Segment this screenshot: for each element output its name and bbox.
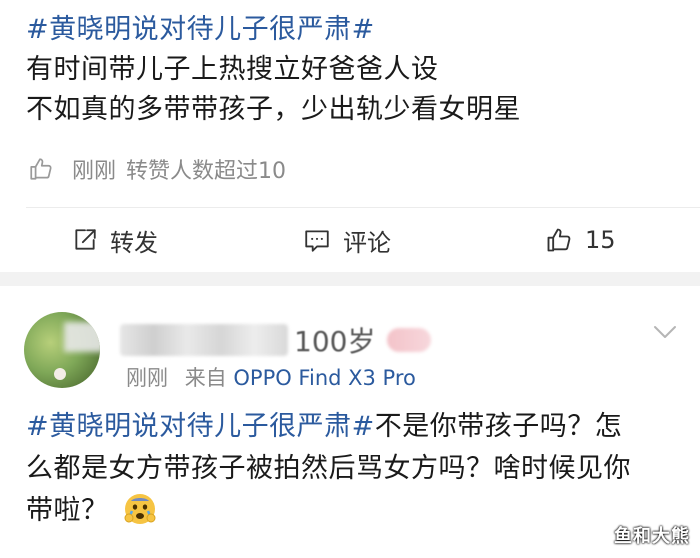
- hashtag-link[interactable]: #黄晓明说对待儿子很严肃#: [26, 411, 375, 442]
- hashtag-link[interactable]: #黄晓明说对待儿子很严肃#: [26, 14, 375, 45]
- like-time: 刚刚: [72, 159, 117, 184]
- forward-label: 转发: [110, 228, 158, 257]
- user-badge: [387, 328, 432, 352]
- comment-label: 评论: [343, 228, 391, 257]
- username[interactable]: 100岁: [120, 322, 432, 358]
- post-content: #黄晓明说对待儿子很严肃# 有时间带儿子上热搜立好爸爸人设 不如真的多带带孩子，…: [26, 10, 521, 130]
- watermark: 鱼和大熊: [614, 526, 690, 547]
- like-count-text: 转赞人数超过10: [126, 159, 287, 184]
- chevron-down-icon[interactable]: [652, 322, 678, 342]
- post-source-prefix: 来自: [184, 366, 227, 390]
- forward-button[interactable]: 转发: [72, 214, 158, 266]
- username-mosaic: [120, 324, 288, 356]
- like-button[interactable]: 15: [545, 214, 616, 266]
- section-separator: [0, 272, 700, 286]
- weibo-post: #黄晓明说对待儿子很严肃# 有时间带儿子上热搜立好爸爸人设 不如真的多带带孩子，…: [0, 0, 700, 272]
- comment-button[interactable]: 评论: [303, 214, 391, 266]
- weibo-post: 100岁 刚刚 来自 OPPO Find X3 Pro #黄晓明说对待儿子很严肃…: [0, 286, 700, 558]
- action-bar: 转发 评论 15: [0, 214, 700, 266]
- post-device[interactable]: OPPO Find X3 Pro: [233, 366, 416, 390]
- post-text-line: 带啦？: [26, 495, 109, 526]
- post-time: 刚刚: [126, 366, 168, 390]
- post-text-segment: 不是你带孩子吗？怎: [374, 411, 623, 442]
- avatar-flower: [54, 368, 66, 380]
- share-icon: [75, 229, 96, 250]
- post-text-line: 么都是女方带孩子被拍然后骂女方吗？啥时候见你: [26, 453, 631, 484]
- comment-icon: [305, 230, 329, 252]
- post-text-line: 不如真的多带带孩子，少出轨少看女明星: [26, 94, 521, 125]
- crying-emoji-icon: [124, 493, 155, 524]
- thumbs-up-icon: [30, 158, 52, 180]
- avatar[interactable]: [24, 312, 100, 388]
- like-summary: 刚刚 转赞人数超过10: [28, 152, 286, 186]
- divider: [26, 207, 700, 208]
- like-count: 15: [585, 226, 616, 254]
- avatar-blur: [64, 322, 100, 352]
- thumbs-up-icon: [547, 228, 571, 252]
- post-text-line: 有时间带儿子上热搜立好爸爸人设: [26, 54, 439, 85]
- post-content: #黄晓明说对待儿子很严肃#不是你带孩子吗？怎 么都是女方带孩子被拍然后骂女方吗？…: [26, 406, 676, 532]
- post-meta: 刚刚 来自 OPPO Find X3 Pro: [126, 362, 416, 392]
- username-tail: 100岁: [294, 325, 376, 358]
